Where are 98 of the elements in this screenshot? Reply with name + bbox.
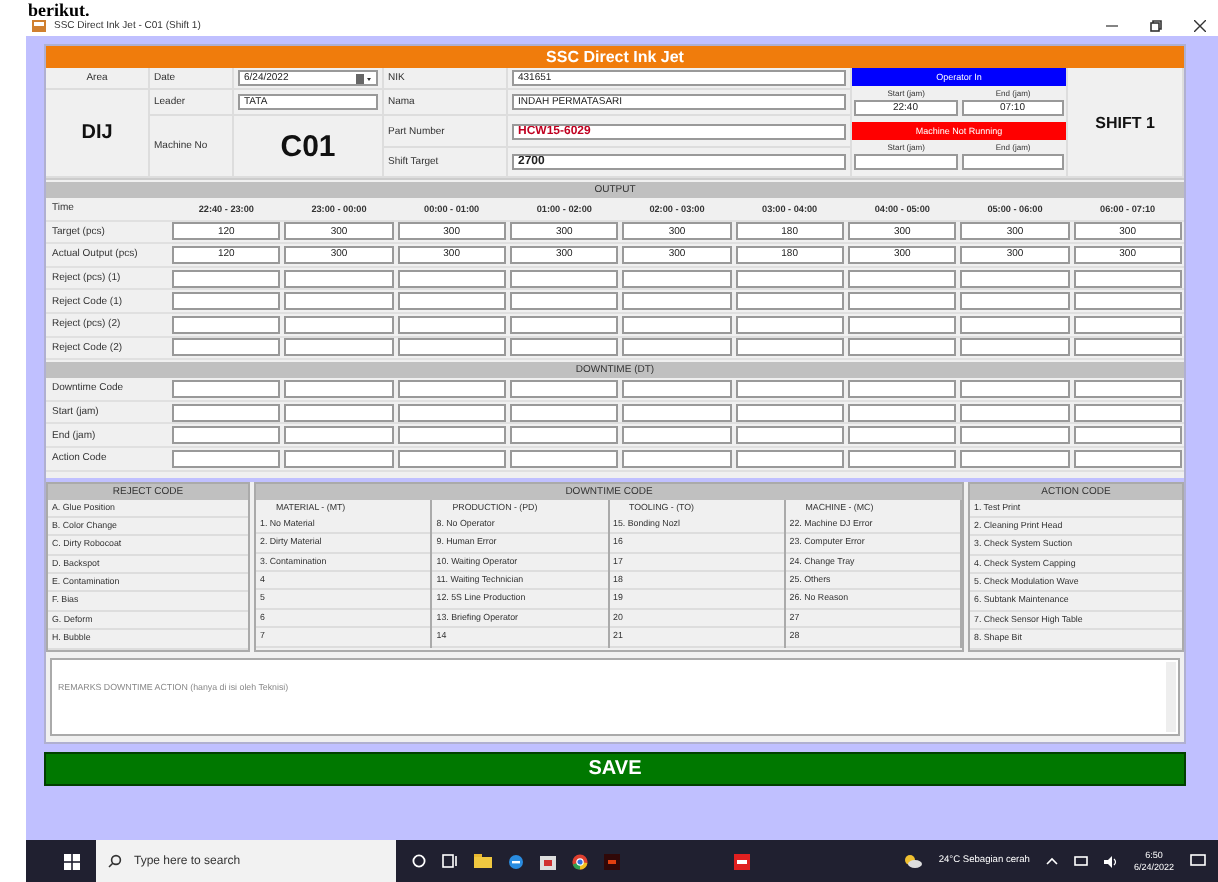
input-field[interactable] [284, 379, 394, 398]
input-field[interactable] [397, 269, 506, 288]
input-field[interactable] [622, 426, 732, 445]
input-field[interactable] [172, 403, 281, 422]
input-field[interactable] [622, 315, 732, 334]
input-field[interactable] [284, 449, 394, 468]
circle-icon[interactable] [412, 854, 426, 868]
input-field[interactable] [172, 449, 281, 468]
input-field[interactable] [397, 315, 506, 334]
input-field[interactable] [1073, 315, 1182, 334]
input-field[interactable] [397, 426, 506, 445]
time-field[interactable] [854, 153, 957, 169]
input-field[interactable] [172, 426, 281, 445]
input-field[interactable] [509, 426, 619, 445]
notification-icon[interactable] [1190, 854, 1206, 868]
input-field[interactable] [847, 449, 957, 468]
input-field[interactable] [509, 379, 619, 398]
input-field[interactable] [960, 379, 1070, 398]
document-text: berikut. [28, 0, 90, 20]
input-field[interactable] [397, 379, 506, 398]
input-field[interactable] [735, 338, 844, 357]
search-icon [108, 854, 122, 868]
input-field[interactable] [960, 449, 1070, 468]
weather-icon [904, 854, 923, 868]
machine-number: C01 [234, 116, 384, 178]
input-field[interactable] [397, 338, 506, 357]
input-field[interactable] [509, 403, 619, 422]
input-field[interactable] [847, 269, 957, 288]
input-field[interactable] [284, 338, 394, 357]
input-field[interactable] [1073, 426, 1182, 445]
restore-icon[interactable] [1150, 20, 1162, 32]
volume-icon[interactable] [1103, 855, 1118, 867]
input-field[interactable] [509, 338, 619, 357]
input-field[interactable] [172, 292, 281, 311]
input-field[interactable] [960, 403, 1070, 422]
input-field[interactable] [622, 379, 732, 398]
input-field[interactable] [509, 449, 619, 468]
input-field[interactable] [284, 315, 394, 334]
input-field[interactable] [735, 403, 844, 422]
input-field[interactable] [172, 269, 281, 288]
windows-icon[interactable] [64, 853, 80, 869]
input-field[interactable] [1073, 449, 1182, 468]
input-field[interactable] [1073, 379, 1182, 398]
shift-label: SHIFT 1 [1068, 68, 1184, 178]
input-field[interactable] [735, 292, 844, 311]
input-field[interactable] [397, 292, 506, 311]
input-field[interactable] [735, 449, 844, 468]
input-field[interactable] [847, 315, 957, 334]
input-field[interactable] [284, 292, 394, 311]
input-field[interactable] [960, 269, 1070, 288]
input-field[interactable] [960, 426, 1070, 445]
input-field[interactable] [397, 449, 506, 468]
store-icon[interactable] [540, 853, 556, 869]
input-field[interactable] [622, 449, 732, 468]
input-field[interactable] [172, 315, 281, 334]
input-field[interactable] [847, 403, 957, 422]
chevron-up-icon[interactable] [1045, 856, 1058, 866]
input-field[interactable] [397, 403, 506, 422]
folder-icon[interactable] [474, 854, 492, 868]
input-field[interactable] [735, 379, 844, 398]
input-field[interactable] [1073, 292, 1182, 311]
input-field[interactable] [1073, 403, 1182, 422]
close-icon[interactable] [1194, 20, 1206, 32]
input-field[interactable] [735, 315, 844, 334]
input-field[interactable] [284, 426, 394, 445]
area-value: DIJ [46, 90, 150, 178]
browser-icon[interactable] [508, 853, 524, 869]
input-field[interactable] [735, 269, 844, 288]
input-field[interactable] [1073, 269, 1182, 288]
chrome-icon[interactable] [572, 853, 588, 869]
input-field[interactable] [847, 338, 957, 357]
input-field[interactable] [172, 338, 281, 357]
save-button[interactable]: SAVE [44, 751, 1186, 786]
input-field[interactable] [622, 338, 732, 357]
input-field[interactable] [284, 269, 394, 288]
time-field[interactable] [961, 153, 1064, 169]
input-field[interactable] [509, 292, 619, 311]
input-field[interactable] [847, 426, 957, 445]
scrollbar[interactable] [1166, 661, 1176, 732]
input-field[interactable] [735, 426, 844, 445]
input-field[interactable] [960, 315, 1070, 334]
input-field[interactable] [284, 403, 394, 422]
input-field[interactable] [1073, 338, 1182, 357]
input-field[interactable] [960, 338, 1070, 357]
input-field[interactable] [847, 292, 957, 311]
input-field[interactable] [622, 292, 732, 311]
input-field[interactable] [847, 379, 957, 398]
input-field[interactable] [622, 269, 732, 288]
form-header: SSC Direct Ink Jet [46, 46, 1184, 68]
input-field[interactable] [960, 292, 1070, 311]
calendar-icon[interactable] [356, 73, 372, 83]
network-icon[interactable] [1073, 855, 1088, 867]
minimize-icon[interactable] [1106, 20, 1118, 32]
input-field[interactable] [509, 269, 619, 288]
task-view-icon[interactable] [442, 854, 458, 868]
input-field[interactable] [509, 315, 619, 334]
input-field[interactable] [172, 379, 281, 398]
input-field[interactable] [622, 403, 732, 422]
